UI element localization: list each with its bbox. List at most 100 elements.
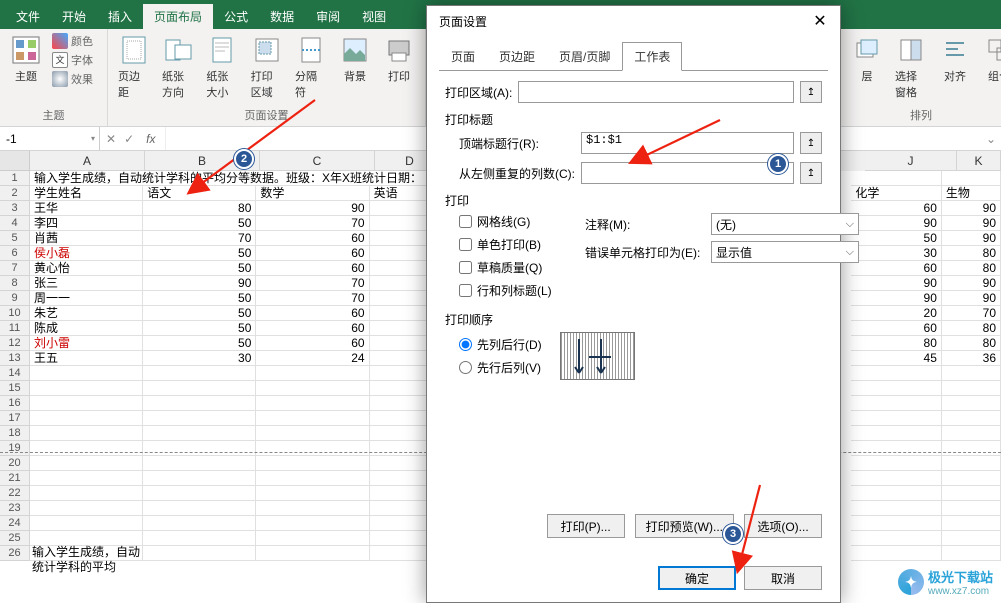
row-header[interactable]: 16 <box>0 396 30 411</box>
cell[interactable] <box>30 531 143 546</box>
cell[interactable]: 70 <box>942 306 1001 321</box>
cell[interactable]: 50 <box>851 231 942 246</box>
tab-insert[interactable]: 插入 <box>97 4 143 29</box>
cell[interactable]: 60 <box>256 336 369 351</box>
cell[interactable]: 60 <box>851 321 942 336</box>
row-header[interactable]: 25 <box>0 531 30 546</box>
cell[interactable]: 60 <box>851 261 942 276</box>
tab-header-footer[interactable]: 页眉/页脚 <box>547 42 622 71</box>
cell[interactable] <box>942 501 1001 516</box>
theme-colors[interactable]: 颜色 <box>50 32 95 50</box>
row-header[interactable]: 23 <box>0 501 30 516</box>
cell[interactable]: 周一一 <box>30 291 143 306</box>
cell[interactable]: 侯小磊 <box>30 246 143 261</box>
cell[interactable] <box>942 366 1001 381</box>
cell[interactable] <box>256 471 369 486</box>
cell[interactable] <box>851 426 942 441</box>
row-header[interactable]: 13 <box>0 351 30 366</box>
cell[interactable]: 45 <box>851 351 942 366</box>
cell[interactable]: 50 <box>143 246 256 261</box>
cell[interactable] <box>143 546 256 561</box>
top-row-picker-icon[interactable]: ↥ <box>800 132 822 154</box>
cell[interactable]: 90 <box>143 276 256 291</box>
cell[interactable]: 语文 <box>143 186 256 201</box>
row-header[interactable]: 2 <box>0 186 30 201</box>
row-header[interactable]: 22 <box>0 486 30 501</box>
row-header[interactable]: 7 <box>0 261 30 276</box>
cell[interactable]: 80 <box>143 201 256 216</box>
cell[interactable] <box>256 486 369 501</box>
cancel-formula-icon[interactable]: ✕ <box>106 132 116 146</box>
options-button[interactable]: 选项(O)... <box>744 514 822 538</box>
cell[interactable] <box>30 516 143 531</box>
cell[interactable]: 80 <box>942 261 1001 276</box>
print-area-button[interactable]: 打印区域 <box>247 32 287 102</box>
tab-sheet[interactable]: 工作表 <box>622 42 682 71</box>
cell[interactable] <box>143 471 256 486</box>
cell[interactable]: 80 <box>942 321 1001 336</box>
cell[interactable] <box>30 411 143 426</box>
cell[interactable] <box>942 486 1001 501</box>
cell[interactable] <box>256 426 369 441</box>
row-header[interactable]: 4 <box>0 216 30 231</box>
tab-home[interactable]: 开始 <box>51 4 97 29</box>
cell[interactable] <box>942 171 1001 186</box>
size-button[interactable]: 纸张大小 <box>202 32 242 102</box>
print-area-picker-icon[interactable]: ↥ <box>800 81 822 103</box>
cell[interactable]: 70 <box>143 231 256 246</box>
print-area-input[interactable] <box>518 81 794 103</box>
cell[interactable]: 90 <box>942 201 1001 216</box>
cell[interactable] <box>851 366 942 381</box>
left-col-input[interactable] <box>581 162 794 184</box>
cell[interactable] <box>851 381 942 396</box>
col-B[interactable]: B <box>145 151 260 171</box>
cell[interactable] <box>256 366 369 381</box>
cell[interactable] <box>143 366 256 381</box>
cell[interactable]: 90 <box>851 216 942 231</box>
tab-view[interactable]: 视图 <box>351 4 397 29</box>
row-header[interactable]: 14 <box>0 366 30 381</box>
cell[interactable]: 60 <box>256 321 369 336</box>
cell[interactable]: 80 <box>942 246 1001 261</box>
cell[interactable] <box>942 411 1001 426</box>
cell[interactable] <box>942 426 1001 441</box>
cell[interactable] <box>942 396 1001 411</box>
cell[interactable]: 90 <box>851 276 942 291</box>
cell[interactable]: 李四 <box>30 216 143 231</box>
cell[interactable]: 80 <box>851 336 942 351</box>
cell[interactable]: 60 <box>256 246 369 261</box>
cell[interactable] <box>143 531 256 546</box>
cell[interactable]: 24 <box>256 351 369 366</box>
cell[interactable] <box>256 501 369 516</box>
cell[interactable]: 80 <box>942 336 1001 351</box>
row-header[interactable]: 12 <box>0 336 30 351</box>
cell[interactable]: 刘小雷 <box>30 336 143 351</box>
col-A[interactable]: A <box>30 151 145 171</box>
row-header[interactable]: 11 <box>0 321 30 336</box>
selection-pane-button[interactable]: 选择窗格 <box>891 32 931 102</box>
cell[interactable]: 70 <box>256 276 369 291</box>
dialog-close-button[interactable]: ✕ <box>808 9 832 33</box>
ok-button[interactable]: 确定 <box>658 566 736 590</box>
col-J[interactable]: J <box>865 151 957 171</box>
check-bw[interactable]: 单色打印(B) <box>459 236 569 253</box>
cell[interactable] <box>256 381 369 396</box>
group-button[interactable]: 组合 <box>979 32 1001 86</box>
cell[interactable] <box>30 366 143 381</box>
cell[interactable]: 50 <box>143 321 256 336</box>
check-gridlines[interactable]: 网格线(G) <box>459 213 569 230</box>
cell[interactable]: 60 <box>256 306 369 321</box>
row-header[interactable]: 24 <box>0 516 30 531</box>
formula-expand-icon[interactable]: ⌄ <box>981 127 1001 150</box>
tab-data[interactable]: 数据 <box>259 4 305 29</box>
cell[interactable] <box>851 501 942 516</box>
cell[interactable] <box>851 531 942 546</box>
cell[interactable] <box>256 546 369 561</box>
row-header[interactable]: 15 <box>0 381 30 396</box>
row-header[interactable]: 17 <box>0 411 30 426</box>
cancel-button[interactable]: 取消 <box>744 566 822 590</box>
margins-button[interactable]: 页边距 <box>114 32 154 102</box>
cell[interactable] <box>30 426 143 441</box>
cell[interactable]: 朱艺 <box>30 306 143 321</box>
tab-page-layout[interactable]: 页面布局 <box>143 4 213 29</box>
